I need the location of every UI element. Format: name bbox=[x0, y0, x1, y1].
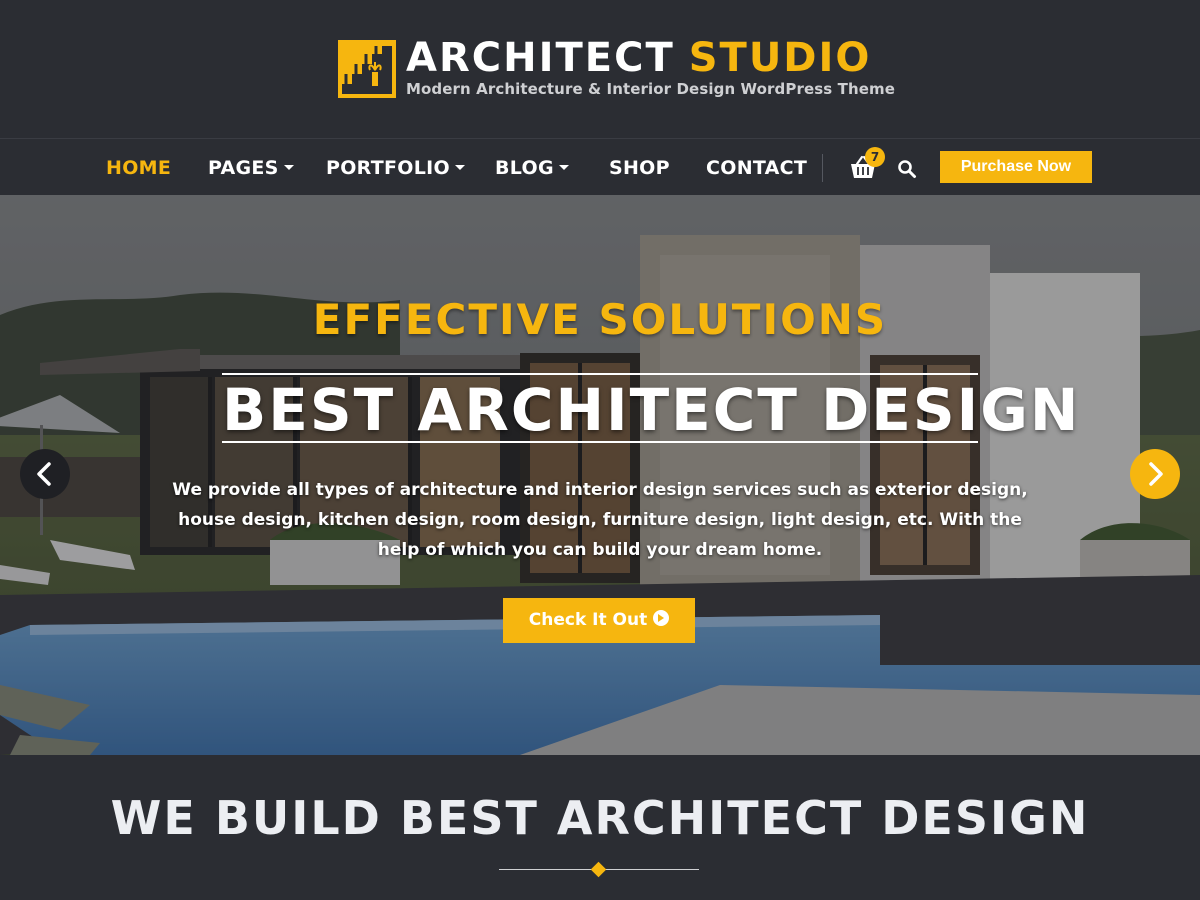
hero-eyebrow: EFFECTIVE SOLUTIONS bbox=[312, 295, 888, 344]
intro-section: WE BUILD BEST ARCHITECT DESIGN bbox=[0, 755, 1200, 900]
main-nav: HOME PAGES PORTFOLIO BLOG SHOP CONTACT P… bbox=[0, 139, 1200, 195]
nav-item-label: SHOP bbox=[609, 157, 670, 179]
nav-item-label: PAGES bbox=[208, 157, 279, 179]
hero-slider: EFFECTIVE SOLUTIONS BEST ARCHITECT DESIG… bbox=[0, 195, 1200, 755]
slider-prev-button[interactable] bbox=[20, 449, 70, 499]
chevron-circle-right-icon bbox=[653, 610, 670, 626]
nav-item-label: PORTFOLIO bbox=[326, 157, 450, 179]
purchase-now-button[interactable]: Purchase Now bbox=[940, 151, 1092, 183]
cart-count-badge: 7 bbox=[865, 147, 885, 167]
caret-down-icon bbox=[454, 165, 465, 170]
site-header: ARCHITECT STUDIO Modern Architecture & In… bbox=[0, 0, 1200, 138]
nav-item-pages[interactable]: PAGES bbox=[208, 139, 294, 195]
chevron-right-icon bbox=[1149, 462, 1163, 486]
chevron-left-icon bbox=[37, 462, 51, 486]
site-title-part2: STUDIO bbox=[688, 35, 872, 81]
hero-title: BEST ARCHITECT DESIGN bbox=[222, 376, 1081, 444]
hero-description: We provide all types of architecture and… bbox=[172, 480, 1028, 560]
site-logo[interactable]: ARCHITECT STUDIO Modern Architecture & In… bbox=[338, 36, 895, 102]
nav-item-label: HOME bbox=[106, 157, 172, 179]
section-title: WE BUILD BEST ARCHITECT DESIGN bbox=[110, 791, 1090, 845]
caret-down-icon bbox=[283, 165, 294, 170]
site-title-part1: ARCHITECT bbox=[406, 35, 675, 81]
nav-item-label: BLOG bbox=[495, 157, 554, 179]
caret-down-icon bbox=[558, 165, 569, 170]
staircase-building-icon bbox=[338, 40, 396, 98]
check-it-out-label: Check It Out bbox=[528, 610, 648, 630]
nav-item-shop[interactable]: SHOP bbox=[609, 139, 670, 195]
diamond-icon bbox=[590, 861, 607, 878]
site-tagline: Modern Architecture & Interior Design Wo… bbox=[406, 80, 896, 98]
nav-item-home[interactable]: HOME bbox=[106, 139, 171, 195]
site-title: ARCHITECT STUDIO bbox=[406, 36, 871, 80]
nav-divider bbox=[822, 154, 823, 182]
nav-item-portfolio[interactable]: PORTFOLIO bbox=[326, 139, 465, 195]
nav-item-blog[interactable]: BLOG bbox=[495, 139, 569, 195]
slider-next-button[interactable] bbox=[1130, 449, 1180, 499]
check-it-out-button[interactable]: Check It Out bbox=[503, 598, 695, 643]
hero-title-frame: BEST ARCHITECT DESIGN bbox=[222, 373, 1081, 444]
nav-item-contact[interactable]: CONTACT bbox=[706, 139, 807, 195]
search-icon[interactable] bbox=[897, 159, 917, 179]
nav-item-label: CONTACT bbox=[706, 157, 808, 179]
